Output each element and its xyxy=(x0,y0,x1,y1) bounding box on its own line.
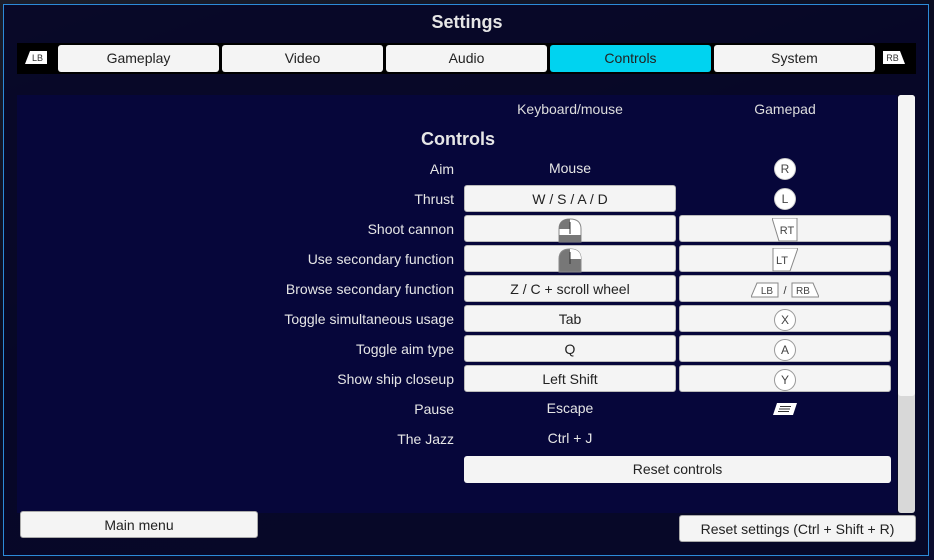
left-stick-icon: L xyxy=(774,188,796,211)
tab-video[interactable]: Video xyxy=(222,45,383,72)
menu-button-icon xyxy=(773,403,797,416)
tab-controls[interactable]: Controls xyxy=(550,45,711,72)
gamepad-binding-button[interactable]: X xyxy=(679,305,891,332)
column-header-keyboard: Keyboard/mouse xyxy=(517,101,623,117)
svg-text:LB: LB xyxy=(32,53,43,63)
keyboard-binding-button[interactable]: Q xyxy=(464,335,676,362)
gamepad-binding-button[interactable]: LB / RB xyxy=(679,275,891,302)
scrollbar[interactable] xyxy=(898,95,915,513)
control-row: The Jazz Ctrl + J xyxy=(0,425,934,453)
main-menu-button[interactable]: Main menu xyxy=(20,511,258,538)
reset-controls-button[interactable]: Reset controls xyxy=(464,456,891,483)
keyboard-binding: Ctrl + J xyxy=(547,430,593,446)
gamepad-binding: L xyxy=(679,185,891,212)
keyboard-binding-button[interactable] xyxy=(464,215,676,243)
control-row: Show ship closeup Left Shift Y xyxy=(0,365,934,393)
tab-system[interactable]: System xyxy=(714,45,875,72)
gamepad-binding: R xyxy=(679,155,891,182)
section-title: Controls xyxy=(421,129,495,149)
gamepad-binding-button[interactable]: RT xyxy=(679,215,891,242)
svg-text:/: / xyxy=(783,285,787,297)
column-header-gamepad: Gamepad xyxy=(754,101,816,117)
y-button-icon: Y xyxy=(774,369,796,392)
right-trigger-icon: RT xyxy=(772,218,798,242)
control-row: Toggle simultaneous usage Tab X xyxy=(0,305,934,333)
gamepad-binding-button[interactable]: LT xyxy=(679,245,891,272)
a-button-icon: A xyxy=(774,339,796,362)
bumpers-icon: LB / RB xyxy=(751,282,819,298)
page-title: Settings xyxy=(431,12,503,32)
control-label: Aim xyxy=(429,161,454,177)
keyboard-binding: Escape xyxy=(546,400,594,416)
control-label: Use secondary function xyxy=(307,251,454,267)
gamepad-binding xyxy=(679,395,891,422)
keyboard-binding-button[interactable]: Left Shift xyxy=(464,365,676,392)
tab-bar: LB Gameplay Video Audio Controls System … xyxy=(17,43,916,74)
svg-text:LT: LT xyxy=(776,255,788,267)
svg-text:RT: RT xyxy=(780,225,795,237)
control-row: Toggle aim type Q A xyxy=(0,335,934,363)
control-row: Aim Mouse R xyxy=(0,155,934,183)
control-label: Toggle simultaneous usage xyxy=(284,311,454,327)
tab-audio[interactable]: Audio xyxy=(386,45,547,72)
control-label: Pause xyxy=(414,401,454,417)
control-label: Show ship closeup xyxy=(337,371,454,387)
lb-bumper-icon[interactable]: LB xyxy=(25,51,47,64)
control-row: Use secondary function LT xyxy=(0,245,934,273)
keyboard-binding-button[interactable]: W / S / A / D xyxy=(464,185,676,212)
gamepad-binding-button[interactable]: Y xyxy=(679,365,891,392)
keyboard-binding: Mouse xyxy=(548,160,592,176)
tab-gameplay[interactable]: Gameplay xyxy=(58,45,219,72)
control-row: Browse secondary function Z / C + scroll… xyxy=(0,275,934,303)
svg-text:RB: RB xyxy=(796,286,810,297)
keyboard-binding-button[interactable] xyxy=(464,245,676,273)
gamepad-binding-button[interactable]: A xyxy=(679,335,891,362)
left-mouse-button-icon xyxy=(558,218,582,243)
right-mouse-button-icon xyxy=(558,248,582,273)
right-stick-icon: R xyxy=(774,158,796,181)
keyboard-binding-button[interactable]: Z / C + scroll wheel xyxy=(464,275,676,302)
scrollbar-thumb[interactable] xyxy=(898,95,915,396)
control-row: Pause Escape xyxy=(0,395,934,423)
control-label: Thrust xyxy=(414,191,454,207)
svg-text:LB: LB xyxy=(761,286,774,297)
x-button-icon: X xyxy=(774,309,796,332)
control-row: Shoot cannon RT xyxy=(0,215,934,243)
rb-bumper-icon[interactable]: RB xyxy=(883,51,905,64)
control-label: The Jazz xyxy=(397,431,454,447)
control-label: Browse secondary function xyxy=(285,281,454,297)
keyboard-binding-button[interactable]: Tab xyxy=(464,305,676,332)
control-row: Thrust W / S / A / D L xyxy=(0,185,934,213)
control-label: Shoot cannon xyxy=(367,221,454,237)
left-trigger-icon: LT xyxy=(772,248,798,272)
reset-settings-button[interactable]: Reset settings (Ctrl + Shift + R) xyxy=(679,515,916,542)
control-label: Toggle aim type xyxy=(355,341,454,357)
svg-text:RB: RB xyxy=(886,53,899,63)
